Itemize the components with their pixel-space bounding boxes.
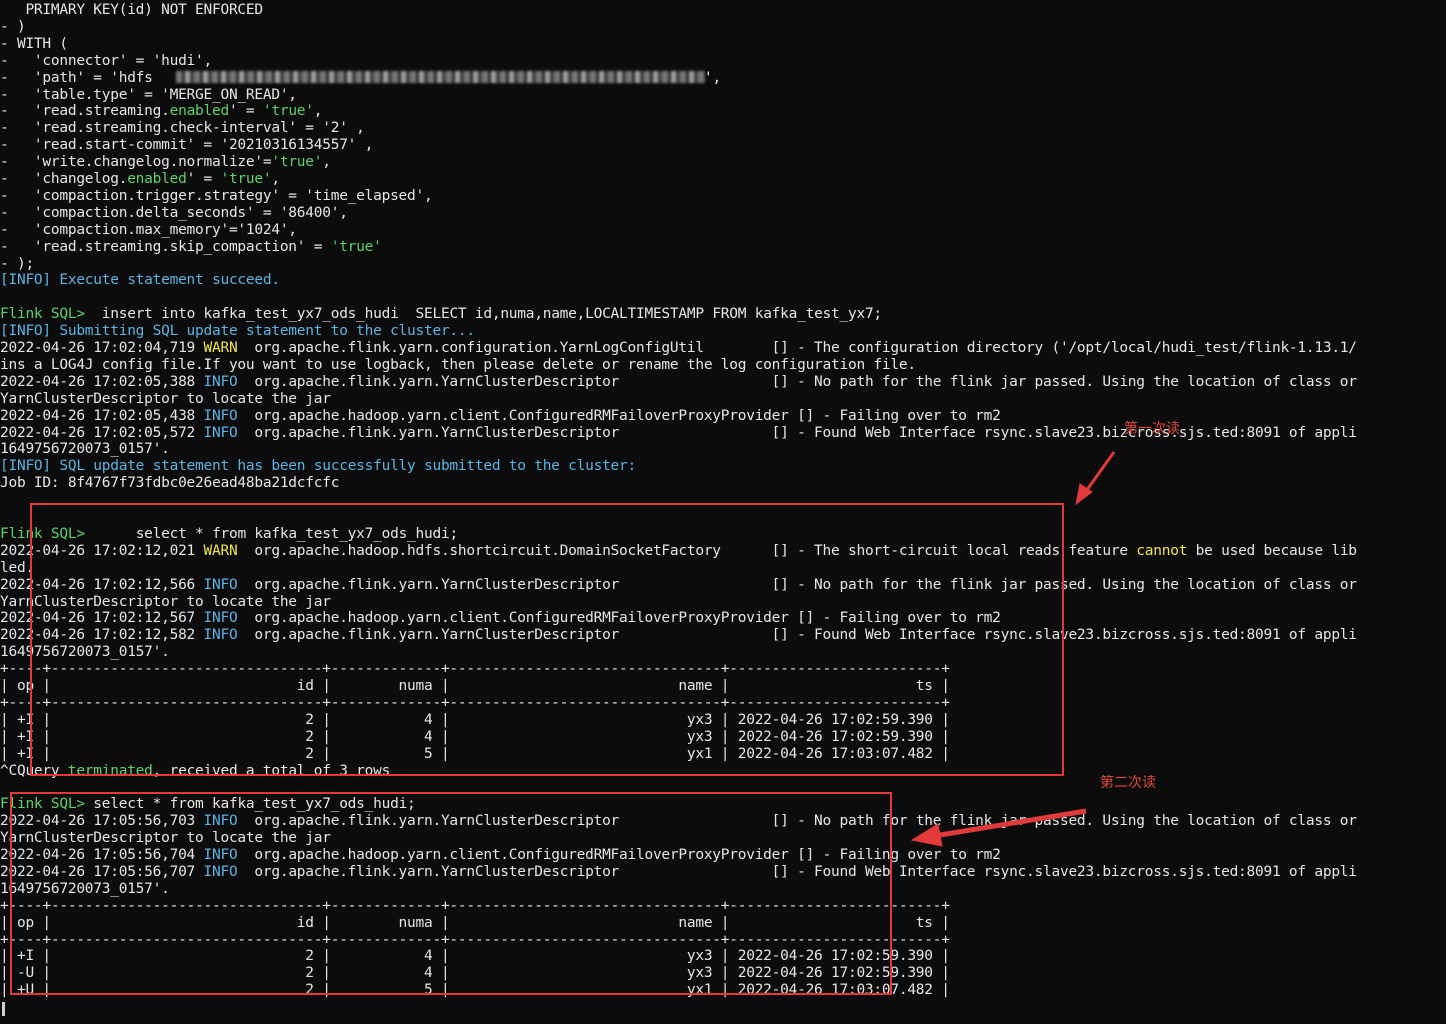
terminal-text-segment: ins a LOG4J config file.If you want to u… <box>0 356 916 373</box>
terminal-line: 2022-04-26 17:02:05,438 INFO org.apache.… <box>0 408 1001 425</box>
terminal-text-segment: - 'connector' = 'hudi', <box>0 52 212 69</box>
second-read-annotation: 第二次读 <box>1100 775 1156 791</box>
terminal-line: Flink SQL> insert into kafka_test_yx7_od… <box>0 306 882 323</box>
terminal-text-segment: YarnClusterDescriptor to locate the jar <box>0 390 331 407</box>
terminal-line: YarnClusterDescriptor to locate the jar <box>0 391 331 408</box>
terminal-text-segment: - 'write.changelog.normalize'= <box>0 154 272 171</box>
terminal-text-segment: - 'read.streaming.skip_compaction' = <box>0 238 331 255</box>
terminal-text-segment: 2022-04-26 17:02:04,719 <box>0 340 204 356</box>
terminal-text-segment: Flink SQL> <box>0 306 85 323</box>
terminal-text-segment: 2022-04-26 17:02:05,438 <box>0 407 204 424</box>
terminal-text-segment: [INFO] Execute statement succeed. <box>0 272 280 289</box>
terminal-text-segment: 1649756720073_0157'. <box>0 441 170 458</box>
terminal-text-segment: , <box>322 154 331 171</box>
terminal-text-segment: 'true' <box>271 154 323 171</box>
terminal-text-segment: - 'path' = 'hdfs <box>0 69 153 86</box>
terminal-text-segment: 'true' <box>262 103 314 120</box>
terminal-text-segment: be used because lib <box>1187 542 1357 559</box>
terminal-text-segment: - 'read.streaming.check-interval' = '2' … <box>0 120 365 137</box>
terminal-line: - 'path' = 'hdfs <box>0 70 153 87</box>
terminal-line: - 'write.changelog.normalize'='true', <box>0 154 331 171</box>
terminal-text-segment: - 'read.streaming. <box>0 103 170 120</box>
terminal-text-segment: Job ID: 8f4767f73fdbc0e26ead48ba21dcfcfc <box>0 475 340 492</box>
terminal-line: - 'table.type' = 'MERGE_ON_READ', <box>0 87 297 104</box>
terminal-line: - 'read.start-commit' = '20210316134557'… <box>0 137 373 154</box>
terminal-text-segment: - 'changelog. <box>0 171 128 187</box>
terminal-text-segment: , <box>313 103 323 120</box>
terminal-text-segment: WARN <box>203 340 238 356</box>
terminal-line: 1649756720073_0157'. <box>0 441 170 458</box>
terminal-line: 2022-04-26 17:02:04,719 WARN org.apache.… <box>0 340 1357 357</box>
redacted-path <box>176 71 706 83</box>
terminal-line: - ) <box>0 18 26 36</box>
terminal-text-segment: INFO <box>203 407 238 424</box>
terminal-line: - 'read.streaming.enabled' = 'true', <box>0 103 323 120</box>
terminal-line: - 'read.streaming.check-interval' = '2' … <box>0 120 365 137</box>
terminal-text-segment: INFO <box>203 424 238 441</box>
terminal-text-segment: 'true' <box>220 171 272 187</box>
terminal-text-segment: - ); <box>0 255 34 272</box>
terminal-line: - 'compaction.delta_seconds' = '86400', <box>0 205 348 222</box>
terminal-line: - 'connector' = 'hudi', <box>0 53 212 70</box>
terminal-text-segment: , <box>271 171 280 187</box>
terminal-text-segment: - 'read.start-commit' = '20210316134557'… <box>0 137 374 154</box>
first-read-highlight-box <box>30 503 1064 776</box>
terminal-text-segment: [INFO] SQL update statement has been suc… <box>0 458 636 475</box>
terminal-text-segment: INFO <box>203 373 238 390</box>
terminal-text-segment: 'true' <box>330 238 382 255</box>
terminal-text-segment: [INFO] Submitting SQL update statement t… <box>0 323 475 340</box>
terminal-text-segment: org.apache.flink.yarn.YarnClusterDescrip… <box>237 373 1357 390</box>
terminal-text-segment: - ) <box>0 18 26 35</box>
terminal-line: - ); <box>0 256 34 273</box>
terminal-line: - 'compaction.trigger.strategy' = 'time_… <box>0 187 433 205</box>
terminal-cursor <box>2 1002 5 1016</box>
terminal-line: led. <box>0 560 34 577</box>
terminal-line: Job ID: 8f4767f73fdbc0e26ead48ba21dcfcfc <box>0 475 339 492</box>
terminal-text-segment: - 'compaction.trigger.strategy' = 'time_… <box>0 187 433 204</box>
terminal-text-segment: org.apache.flink.yarn.configuration.Yarn… <box>237 340 1357 356</box>
terminal-line: 2022-04-26 17:02:05,388 INFO org.apache.… <box>0 374 1357 391</box>
terminal-text-segment: PRIMARY KEY(id) NOT ENFORCED <box>0 2 263 18</box>
terminal-line: - 'changelog.enabled' = 'true', <box>0 171 280 188</box>
terminal-window[interactable]: PRIMARY KEY(id) NOT ENFORCED - ) - WITH (-… <box>0 0 1446 1024</box>
terminal-line: [INFO] Execute statement succeed. <box>0 272 280 289</box>
terminal-text-segment: - 'compaction.delta_seconds' = '86400', <box>0 204 348 221</box>
terminal-text-segment: 2022-04-26 17:02:05,388 <box>0 373 204 390</box>
terminal-text-segment: led. <box>0 559 34 576</box>
terminal-text-segment: enabled <box>127 171 187 187</box>
terminal-line: PRIMARY KEY(id) NOT ENFORCED <box>0 2 263 19</box>
terminal-text-segment: cannot <box>1136 542 1188 559</box>
terminal-text-segment: org.apache.flink.yarn.YarnClusterDescrip… <box>237 424 1357 441</box>
path-tail: ', <box>704 70 721 86</box>
terminal-line: - 'compaction.max_memory'='1024', <box>0 222 297 239</box>
terminal-line: ins a LOG4J config file.If you want to u… <box>0 357 916 374</box>
first-read-arrow-icon <box>1075 451 1116 506</box>
terminal-line: - WITH ( <box>0 36 68 53</box>
terminal-text-segment: insert into kafka_test_yx7_ods_hudi SELE… <box>84 306 882 323</box>
terminal-text-segment: - 'compaction.max_memory'='1024', <box>0 221 297 238</box>
terminal-line: [INFO] Submitting SQL update statement t… <box>0 323 475 340</box>
first-read-annotation: 第一次读 <box>1124 421 1180 437</box>
terminal-line: [INFO] SQL update statement has been suc… <box>0 458 636 475</box>
terminal-text-segment: enabled <box>169 103 230 120</box>
terminal-text-segment: org.apache.hadoop.yarn.client.Configured… <box>237 407 1001 424</box>
terminal-text-segment: - WITH ( <box>0 35 68 52</box>
terminal-line: - 'read.streaming.skip_compaction' = 'tr… <box>0 239 382 256</box>
terminal-text-segment: 2022-04-26 17:02:05,572 <box>0 424 204 441</box>
terminal-text-segment: ' = <box>228 103 263 120</box>
terminal-text-segment: - 'table.type' = 'MERGE_ON_READ', <box>0 86 297 103</box>
second-read-highlight-box <box>10 792 892 995</box>
terminal-text-segment: ' = <box>186 171 221 187</box>
